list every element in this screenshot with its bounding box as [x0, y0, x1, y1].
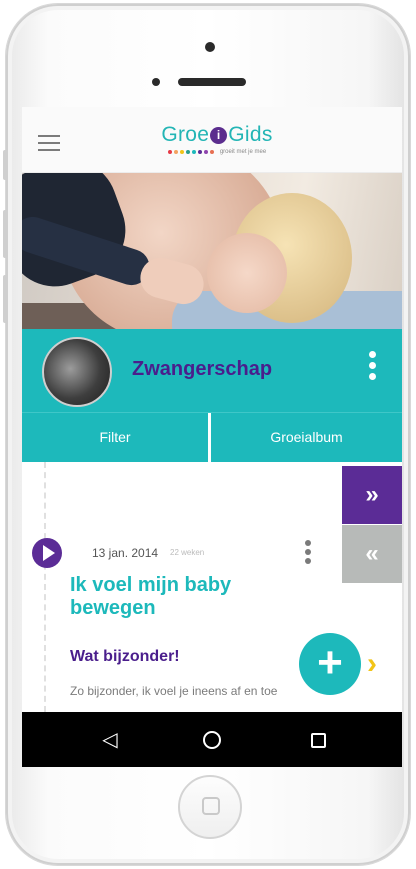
- phone-volume-up: [3, 210, 8, 258]
- logo-color-dot: [173, 150, 178, 154]
- logo-color-dot: [197, 150, 202, 154]
- earpiece-speaker: [178, 78, 246, 86]
- entry-date: 13 jan. 2014: [92, 546, 159, 560]
- logo-color-dot: [203, 150, 208, 154]
- groeigids-logo: Groe i Gids groeit met je mee: [147, 123, 287, 167]
- ultrasound-avatar[interactable]: [42, 337, 112, 407]
- tab-bar: Filter Groeialbum: [22, 412, 402, 465]
- profile-banner: Zwangerschap: [22, 329, 402, 412]
- logo-subline: groeit met je mee: [147, 149, 287, 155]
- logo-color-dot: [209, 150, 214, 154]
- entry-subtitle: Wat bijzonder!: [70, 648, 180, 665]
- entry-body: Zo bijzonder, ik voel je ineens af en to…: [70, 684, 278, 698]
- home-circle-icon[interactable]: [194, 722, 230, 758]
- logo-wordmark: Groe i Gids: [147, 123, 287, 147]
- logo-color-dot: [167, 150, 172, 154]
- app-screen: Groe i Gids groeit met je mee Zwangerschap…: [22, 107, 402, 767]
- logo-i-icon: i: [210, 127, 228, 144]
- entry-more-vertical-icon[interactable]: [303, 540, 313, 570]
- chevron-right-icon[interactable]: ›: [367, 647, 377, 681]
- entry-weeks: 22 weken: [170, 548, 205, 557]
- logo-tagline: groeit met je mee: [219, 149, 267, 155]
- more-vertical-icon[interactable]: [365, 351, 379, 391]
- entry-title[interactable]: Ik voel mijn baby bewegen: [70, 574, 290, 620]
- previous-page-button[interactable]: «: [342, 525, 402, 583]
- add-entry-button[interactable]: +: [299, 633, 361, 695]
- play-icon[interactable]: [32, 538, 62, 568]
- logo-text-right: Gids: [228, 123, 273, 146]
- logo-color-dot: [179, 150, 184, 154]
- proximity-sensor: [152, 78, 160, 86]
- timeline-feed: » « 13 jan. 2014 22 weken Ik voel mijn b…: [22, 462, 402, 712]
- logo-text-left: Groe: [161, 123, 210, 146]
- logo-color-dot: [191, 150, 196, 154]
- hamburger-menu-icon[interactable]: [38, 135, 60, 151]
- timeline-line: [44, 462, 46, 712]
- android-nav-bar: ◁: [22, 712, 402, 767]
- recents-square-icon[interactable]: [300, 722, 336, 758]
- app-header: Groe i Gids groeit met je mee: [22, 107, 402, 173]
- logo-color-dot: [185, 150, 190, 154]
- profile-title: Zwangerschap: [132, 358, 273, 380]
- phone-silent-switch: [3, 150, 8, 180]
- hero-photo: [22, 173, 402, 329]
- tab-groeialbum[interactable]: Groeialbum: [211, 413, 402, 462]
- tab-filter[interactable]: Filter: [22, 413, 208, 462]
- next-page-button[interactable]: »: [342, 466, 402, 524]
- home-button-square-icon: [202, 797, 220, 815]
- front-camera: [205, 42, 215, 52]
- back-icon[interactable]: ◁: [92, 722, 128, 758]
- phone-volume-down: [3, 275, 8, 323]
